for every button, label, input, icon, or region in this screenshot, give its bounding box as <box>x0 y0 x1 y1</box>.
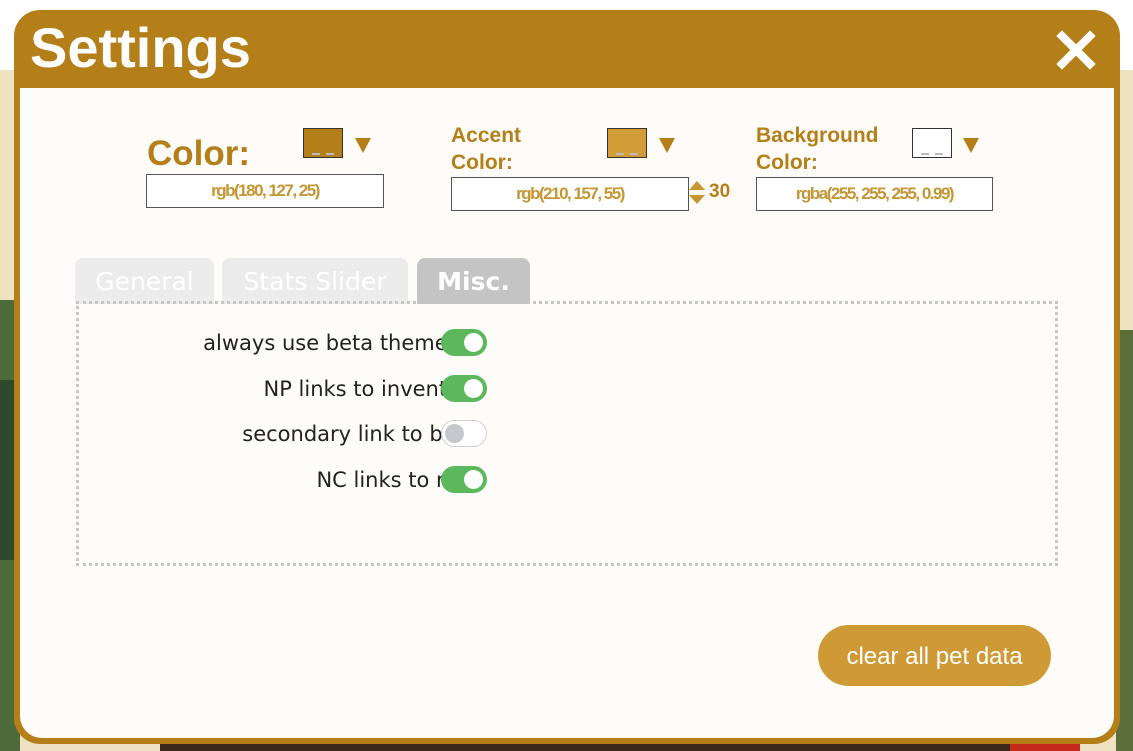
option-row: always use beta theme bg <box>79 329 499 361</box>
nc-links-mall-toggle[interactable] <box>441 466 487 493</box>
background-tower-left <box>0 380 14 560</box>
background-color-label-line1: Background <box>756 124 879 147</box>
tab-stats-slider[interactable]: Stats Slider <box>222 258 408 304</box>
accent-color-value-input[interactable] <box>451 177 689 211</box>
secondary-link-bank-toggle[interactable] <box>441 420 487 447</box>
tab-misc[interactable]: Misc. <box>417 258 530 304</box>
close-button[interactable] <box>1054 28 1098 72</box>
toggle-knob <box>464 333 483 352</box>
color-label: Color: <box>147 134 251 173</box>
toggle-knob <box>464 379 483 398</box>
background-color-swatch[interactable] <box>912 128 952 158</box>
accent-offset-value: 30 <box>709 181 731 202</box>
accent-offset-stepper[interactable] <box>689 181 705 205</box>
modal-title: Settings <box>30 16 251 79</box>
toggle-knob <box>464 470 483 489</box>
color-value-input[interactable] <box>146 174 384 208</box>
beta-theme-bg-toggle[interactable] <box>441 329 487 356</box>
settings-modal: Settings Color: Accent Color: 30 Backgro… <box>14 10 1120 744</box>
toggle-knob <box>445 424 464 443</box>
option-row: NC links to mall <box>79 466 499 498</box>
close-icon <box>1056 30 1096 70</box>
misc-options-panel: always use beta theme bg NP links to inv… <box>76 301 1058 566</box>
background-color-value-input[interactable] <box>756 177 993 211</box>
accent-color-label: Accent Color: <box>451 122 521 176</box>
np-links-inventory-toggle[interactable] <box>441 375 487 402</box>
tab-general[interactable]: General <box>75 258 214 304</box>
option-row: secondary link to bank <box>79 420 499 452</box>
option-label: always use beta theme bg <box>203 331 481 355</box>
stepper-down-icon[interactable] <box>689 195 705 204</box>
modal-body: Color: Accent Color: 30 Background Color… <box>20 88 1114 738</box>
color-swatch[interactable] <box>303 128 343 158</box>
accent-color-label-line2: Color: <box>451 151 513 174</box>
background-dropdown-arrow-icon[interactable] <box>963 138 979 153</box>
accent-dropdown-arrow-icon[interactable] <box>659 138 675 153</box>
accent-color-label-line1: Accent <box>451 124 522 147</box>
option-row: NP links to inventory <box>79 375 499 407</box>
accent-color-swatch[interactable] <box>607 128 647 158</box>
background-color-label-line2: Color: <box>756 151 818 174</box>
color-dropdown-arrow-icon[interactable] <box>355 138 371 153</box>
background-color-label: Background Color: <box>756 122 879 176</box>
clear-all-pet-data-button[interactable]: clear all pet data <box>818 625 1051 686</box>
stepper-up-icon[interactable] <box>689 181 705 190</box>
